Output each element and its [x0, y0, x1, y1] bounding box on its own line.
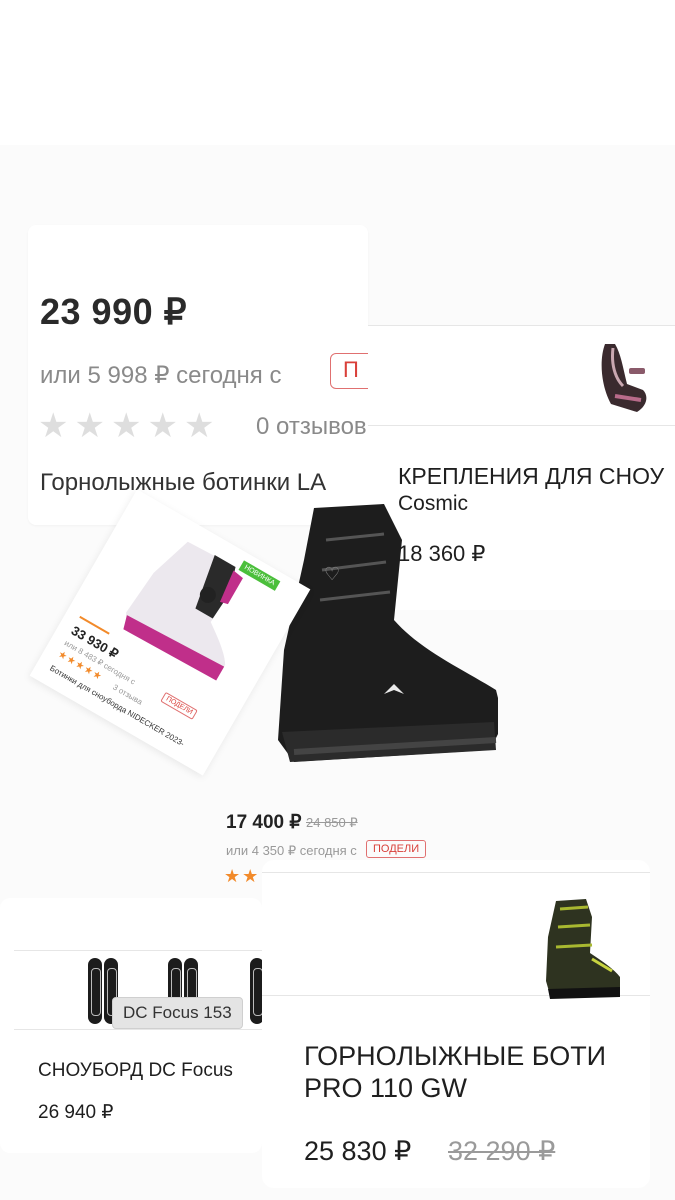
product-title-line: ГОРНОЛЫЖНЫЕ БОТИ: [304, 1041, 607, 1071]
collage-canvas: 23 990 ₽ или 5 998 ₽ сегодня с П ★ ★ ★ ★…: [0, 0, 675, 1200]
blank-top-area: [0, 0, 675, 145]
product-price: 17 400 ₽: [226, 812, 302, 833]
product-title[interactable]: ГОРНОЛЫЖНЫЕ БОТИ PRO 110 GW: [304, 1040, 606, 1104]
snowboard-image: [250, 958, 262, 1024]
installment-text: или 5 998 ₽ сегодня с: [40, 362, 282, 389]
installment-button[interactable]: ПОДЕЛИ: [366, 840, 427, 858]
rating-stars: ★★: [224, 866, 261, 886]
product-title[interactable]: КРЕПЛЕНИЯ ДЛЯ СНОУ: [398, 463, 664, 490]
star-icon: ★: [147, 407, 178, 445]
reviews-count[interactable]: 0 отзывов: [256, 413, 367, 441]
product-price: 25 830 ₽: [304, 1136, 412, 1166]
installment-button[interactable]: П: [330, 353, 368, 389]
snowboard-binding-image: [601, 344, 647, 412]
installment-button[interactable]: ПОДЕЛИ: [160, 691, 199, 721]
ski-boot-image: [546, 899, 620, 999]
product-title[interactable]: СНОУБОРД DC Focus: [38, 1060, 233, 1082]
product-card-ski-boots-pro110[interactable]: ГОРНОЛЫЖНЫЕ БОТИ PRO 110 GW 25 830 ₽ 32 …: [262, 860, 650, 1188]
snowboard-image: [88, 958, 102, 1024]
star-icon: ★: [74, 407, 105, 445]
product-title-line: PRO 110 GW: [304, 1073, 468, 1103]
installment-text: или 4 350 ₽ сегодня с: [226, 843, 357, 858]
star-icon: ★: [183, 407, 215, 445]
heart-icon[interactable]: ♡: [324, 564, 340, 585]
star-icon: ★: [38, 407, 69, 445]
product-card-snowboard-dc-focus[interactable]: DC Focus 153 СНОУБОРД DC Focus 26 940 ₽: [0, 898, 262, 1153]
star-icon: ★: [110, 407, 142, 445]
old-price: 24 850 ₽: [306, 815, 358, 830]
product-image-area[interactable]: [368, 326, 675, 426]
image-tooltip: DC Focus 153: [112, 997, 243, 1029]
rating-stars: ★ ★ ★ ★ ★: [38, 409, 214, 443]
product-image-area[interactable]: [262, 872, 650, 999]
product-price: 26 940 ₽: [38, 1102, 114, 1123]
product-title[interactable]: Горнолыжные ботинки LA: [40, 469, 326, 497]
product-price: 23 990 ₽: [40, 291, 188, 332]
product-card-ski-boots-la[interactable]: 23 990 ₽ или 5 998 ₽ сегодня с П ★ ★ ★ ★…: [28, 225, 368, 525]
old-price: 32 290 ₽: [448, 1136, 556, 1166]
